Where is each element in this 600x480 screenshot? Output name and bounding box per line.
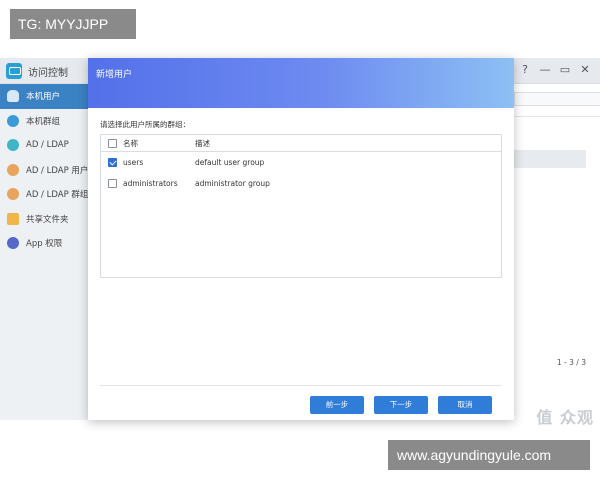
cancel-button[interactable]: 取消 — [438, 396, 492, 414]
prev-button[interactable]: 前一步 — [310, 396, 364, 414]
maximize-icon[interactable]: ▭ — [558, 63, 572, 77]
sidebar-item-label: 本机用户 — [26, 92, 61, 103]
sidebar-item-app-permissions[interactable]: App 权限 — [0, 231, 88, 256]
ldap-icon — [7, 139, 19, 152]
sidebar-item-label: AD / LDAP 群组 — [26, 190, 89, 201]
sidebar-item-local-users[interactable]: 本机用户 — [0, 84, 88, 109]
watermark-bottom: www.agyundingyule.com — [388, 440, 590, 470]
sidebar-item-label: AD / LDAP 用户 — [26, 165, 89, 176]
watermark-zhi: 值 众观 — [536, 408, 594, 427]
dialog-title: 新增用户 — [96, 70, 133, 80]
column-description-header: 描述 — [195, 138, 210, 148]
sidebar-item-label: 共享文件夹 — [26, 214, 69, 225]
next-button[interactable]: 下一步 — [374, 396, 428, 414]
watermark-top: TG: MYYJJPP — [10, 9, 136, 39]
window-controls: ? — ▭ ✕ — [518, 63, 592, 77]
group-description: administrator group — [195, 179, 270, 188]
ldap-user-icon — [7, 163, 19, 176]
add-user-dialog: 新增用户 请选择此用户所属的群组： 名称 描述 users default us… — [88, 58, 514, 420]
sidebar-item-ad-ldap[interactable]: AD / LDAP — [0, 133, 88, 158]
table-header: 名称 描述 — [101, 135, 501, 152]
administrators-checkbox[interactable] — [107, 179, 117, 188]
access-control-icon — [6, 63, 22, 79]
sidebar-item-ad-ldap-users[interactable]: AD / LDAP 用户 — [0, 158, 88, 183]
ldap-group-icon — [7, 188, 19, 201]
sidebar-item-ad-ldap-groups[interactable]: AD / LDAP 群组 — [0, 182, 88, 207]
users-checkbox[interactable] — [107, 158, 117, 167]
user-icon — [7, 90, 19, 103]
group-description: default user group — [195, 158, 265, 167]
close-icon[interactable]: ✕ — [578, 63, 592, 77]
help-icon[interactable]: ? — [518, 63, 532, 77]
group-instruction: 请选择此用户所属的群组： — [100, 120, 190, 129]
column-name-header: 名称 — [123, 138, 138, 148]
sidebar-item-shared-folders[interactable]: 共享文件夹 — [0, 207, 88, 232]
app-title: 访问控制 — [28, 68, 68, 79]
select-all-checkbox[interactable] — [107, 138, 117, 148]
sidebar-item-label: App 权限 — [26, 239, 63, 250]
search-bar[interactable] — [514, 92, 600, 106]
table-row-selected[interactable] — [514, 150, 586, 168]
sidebar: 本机用户 本机群组 AD / LDAP AD / LDAP 用户 AD / LD… — [0, 84, 88, 420]
app-permission-icon — [7, 237, 19, 250]
list-header-divider — [514, 116, 600, 117]
sidebar-item-label: AD / LDAP — [26, 140, 69, 151]
pager-count: 1 - 3 / 3 — [556, 358, 586, 367]
folder-icon — [7, 212, 19, 225]
sidebar-item-local-groups[interactable]: 本机群组 — [0, 109, 88, 134]
dialog-header: 新增用户 — [88, 58, 514, 108]
minimize-icon[interactable]: — — [538, 63, 552, 77]
user-list-panel: 1 - 3 / 3 值 众观 — [514, 84, 600, 427]
group-table: 名称 描述 users default user group administr… — [100, 134, 502, 278]
footer-divider — [100, 385, 502, 386]
table-row[interactable]: administrators administrator group — [101, 173, 501, 194]
table-row[interactable]: users default user group — [101, 152, 501, 173]
group-name: administrators — [123, 179, 178, 188]
group-icon — [7, 114, 19, 127]
group-name: users — [123, 158, 144, 167]
sidebar-item-label: 本机群组 — [26, 116, 61, 127]
